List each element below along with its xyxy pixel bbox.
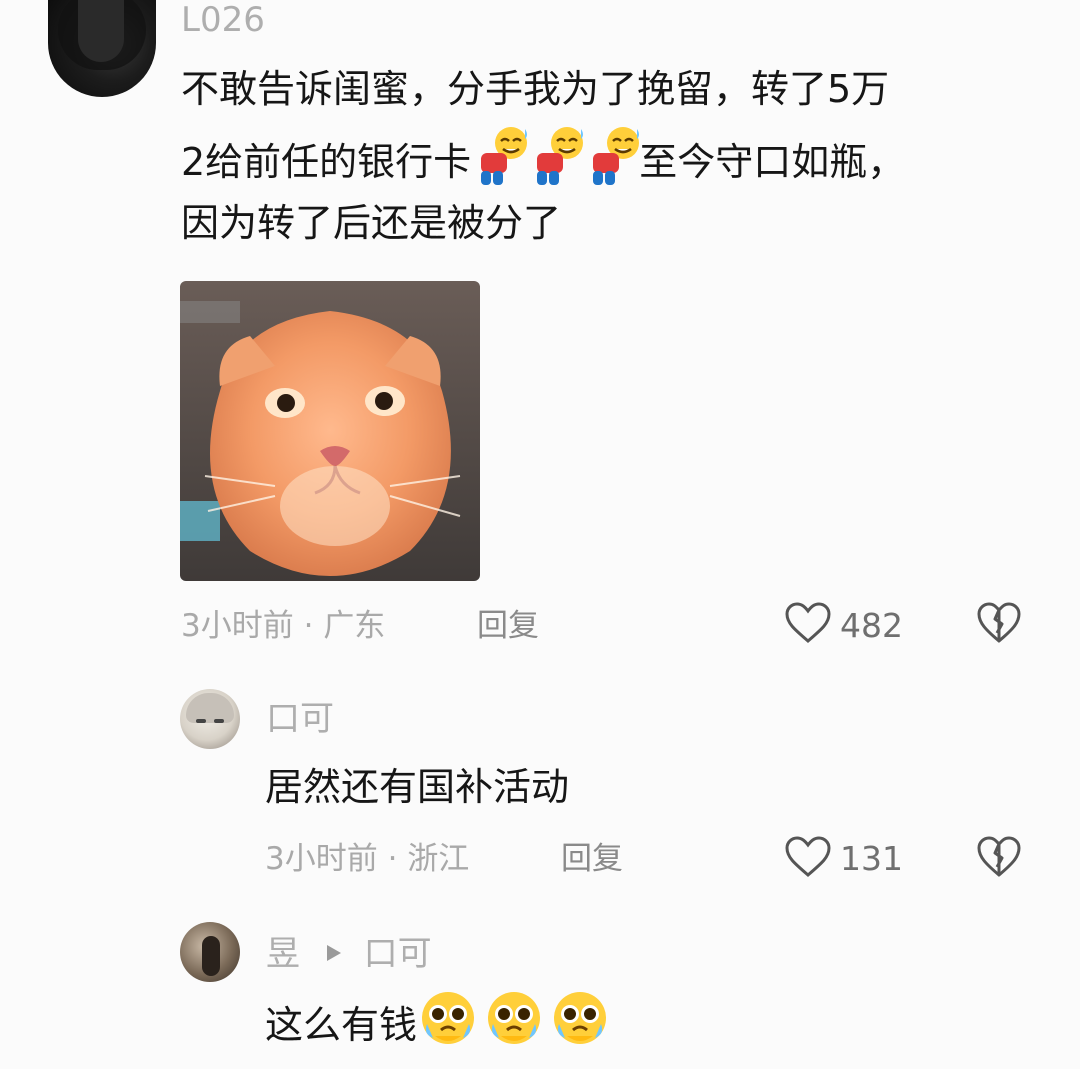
comment-text-line-2: 2给前任的银行卡 至今守口如瓶， — [181, 123, 905, 196]
like-count: 482 — [840, 606, 903, 645]
broken-heart-icon[interactable] — [976, 601, 1022, 645]
orange-cat-photo[interactable] — [180, 281, 480, 581]
reply-meta: 3小时前 · 浙江 — [265, 839, 469, 879]
reply-username[interactable]: 口可 — [266, 699, 334, 739]
bowing-sweat-emoji — [527, 123, 584, 185]
reply-time: 3小时前 — [265, 841, 378, 877]
comment-meta: 3小时前 · 广东 — [181, 606, 385, 646]
comment-time: 3小时前 — [181, 608, 294, 644]
reply-text-line: 这么有钱 — [265, 988, 615, 1059]
comment-location: 广东 — [323, 608, 386, 644]
bowing-sweat-emoji — [471, 123, 528, 185]
reply-username[interactable]: 昱 — [266, 934, 300, 974]
meta-separator: · — [387, 841, 398, 877]
avatar[interactable] — [180, 689, 240, 749]
reply-text: 这么有钱 — [265, 1003, 418, 1047]
comment-text-line-3: 因为转了后还是被分了 — [181, 201, 562, 245]
pleading-tears-emoji — [549, 988, 611, 1048]
heart-icon[interactable] — [784, 835, 832, 879]
broken-heart-icon[interactable] — [976, 835, 1022, 879]
reply-location: 浙江 — [407, 841, 470, 877]
meta-separator: · — [303, 608, 314, 644]
reply-button[interactable]: 回复 — [561, 839, 623, 879]
comment-username[interactable]: L026 — [181, 0, 265, 40]
comment-text-line-1: 不敢告诉闺蜜，分手我为了挽留，转了5万 — [181, 67, 890, 111]
pleading-tears-emoji — [417, 988, 479, 1048]
reply-button[interactable]: 回复 — [477, 606, 539, 646]
reply-text: 居然还有国补活动 — [265, 765, 570, 809]
pleading-tears-emoji — [483, 988, 545, 1048]
like-count: 131 — [840, 839, 903, 878]
avatar[interactable] — [180, 922, 240, 982]
bowing-sweat-emoji — [583, 123, 640, 185]
reply-header: 昱 口可 — [266, 932, 432, 974]
comment-text-segment: 至今守口如瓶， — [639, 140, 906, 184]
heart-icon[interactable] — [784, 601, 832, 645]
comment-text-segment: 2给前任的银行卡 — [181, 140, 472, 184]
reply-to-username[interactable]: 口可 — [364, 934, 432, 974]
reply-arrow-icon — [325, 932, 343, 972]
avatar[interactable] — [48, 0, 156, 97]
